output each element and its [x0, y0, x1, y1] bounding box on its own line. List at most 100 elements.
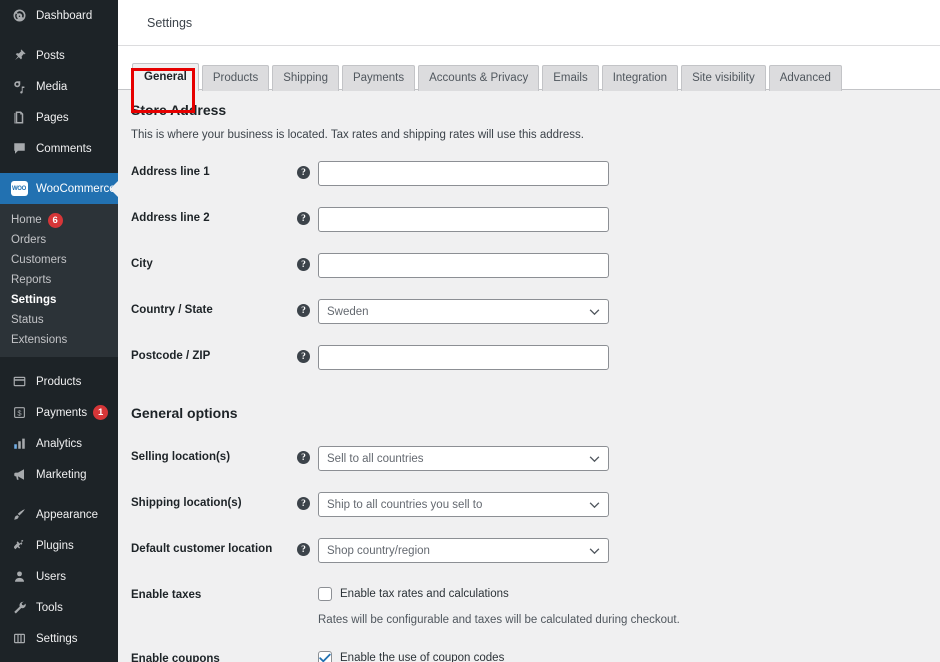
sidebar-divider: [0, 164, 118, 173]
sidebar-item-label: Media: [36, 80, 68, 93]
default-customer-location-select[interactable]: Shop country/region: [318, 538, 609, 563]
sidebar-item-marketing[interactable]: Marketing: [0, 459, 118, 490]
settings-tabs: General Products Shipping Payments Accou…: [126, 62, 940, 91]
admin-screen: Dashboard Posts Media Pages Comments WOO…: [0, 0, 940, 662]
help-icon[interactable]: ?: [297, 304, 310, 317]
submenu-item-settings[interactable]: Settings: [0, 290, 118, 310]
sidebar-item-posts[interactable]: Posts: [0, 40, 118, 71]
submenu-item-label: Settings: [11, 294, 57, 306]
postcode-zip-input[interactable]: [318, 345, 609, 370]
sidebar-item-users[interactable]: Users: [0, 561, 118, 592]
sidebar-item-pages[interactable]: Pages: [0, 102, 118, 133]
sidebar-item-products[interactable]: Products: [0, 366, 118, 397]
chevron-down-icon: [589, 455, 600, 462]
sidebar-item-label: Analytics: [36, 437, 83, 450]
sidebar-divider: [0, 490, 118, 499]
sidebar-item-label: Comments: [36, 142, 92, 155]
selling-locations-select[interactable]: Sell to all countries: [318, 446, 609, 471]
tab-integration[interactable]: Integration: [601, 65, 679, 91]
sidebar-item-appearance[interactable]: Appearance: [0, 499, 118, 530]
submenu-item-label: Reports: [11, 274, 52, 286]
submenu-item-status[interactable]: Status: [0, 310, 118, 330]
sidebar-item-woocommerce[interactable]: WOO WooCommerce: [0, 173, 118, 204]
sidebar-item-tools[interactable]: Tools: [0, 592, 118, 623]
sidebar-item-settings[interactable]: Settings: [0, 623, 118, 654]
tab-products[interactable]: Products: [201, 65, 270, 91]
submenu-item-label: Home: [11, 214, 42, 226]
field-control: Sweden: [318, 299, 940, 324]
sidebar-item-plugins[interactable]: Plugins: [0, 530, 118, 561]
tab-emails[interactable]: Emails: [542, 65, 599, 91]
field-control: [318, 345, 940, 370]
help-icon[interactable]: ?: [297, 212, 310, 225]
help-icon[interactable]: ?: [297, 350, 310, 363]
enable-taxes-hint: Rates will be configurable and taxes wil…: [318, 614, 680, 626]
field-row-address-line-1: Address line 1 ?: [131, 161, 940, 186]
help-icon-wrap: ?: [297, 253, 318, 271]
help-icon-wrap: ?: [297, 299, 318, 317]
field-row-city: City ?: [131, 253, 940, 278]
sidebar-item-analytics[interactable]: Analytics: [0, 428, 118, 459]
field-control: Enable the use of coupon codes Coupons c…: [318, 648, 940, 662]
field-row-default-customer-location: Default customer location ? Shop country…: [131, 538, 940, 563]
country-state-select[interactable]: Sweden: [318, 299, 609, 324]
enable-coupons-checkbox-row[interactable]: Enable the use of coupon codes: [318, 648, 940, 662]
sidebar-item-label: Marketing: [36, 468, 87, 481]
tab-accounts-privacy[interactable]: Accounts & Privacy: [418, 65, 540, 91]
help-icon-wrap: ?: [297, 446, 318, 464]
sidebar-item-collapse-menu[interactable]: Collapse menu: [0, 654, 118, 662]
pin-icon: [9, 46, 29, 66]
checkmark-icon: [319, 653, 331, 662]
tab-payments[interactable]: Payments: [341, 65, 416, 91]
help-icon[interactable]: ?: [297, 166, 310, 179]
city-input[interactable]: [318, 253, 609, 278]
address-line-1-input[interactable]: [318, 161, 609, 186]
tab-site-visibility[interactable]: Site visibility: [681, 65, 766, 91]
help-icon[interactable]: ?: [297, 497, 310, 510]
svg-text:$: $: [17, 409, 22, 418]
sidebar-item-label: Tools: [36, 601, 63, 614]
field-control: [318, 253, 940, 278]
submenu-item-orders[interactable]: Orders: [0, 230, 118, 250]
submenu-item-reports[interactable]: Reports: [0, 270, 118, 290]
help-icon[interactable]: ?: [297, 543, 310, 556]
settings-icon: [9, 629, 29, 649]
submenu-item-home[interactable]: Home 6: [0, 210, 118, 230]
field-label: Selling location(s): [131, 451, 231, 463]
field-row-shipping-locations: Shipping location(s) ? Ship to all count…: [131, 492, 940, 517]
tab-general[interactable]: General: [132, 63, 199, 91]
help-icon[interactable]: ?: [297, 258, 310, 271]
sidebar-item-dashboard[interactable]: Dashboard: [0, 0, 118, 31]
help-icon-wrap: ?: [297, 345, 318, 363]
field-row-enable-coupons: Enable coupons Enable the use of coupon …: [131, 648, 940, 662]
enable-taxes-checkbox[interactable]: [318, 587, 332, 601]
enable-coupons-checkbox[interactable]: [318, 651, 332, 662]
comment-icon: [9, 139, 29, 159]
field-label: Shipping location(s): [131, 497, 242, 509]
pages-icon: [9, 108, 29, 128]
chevron-down-icon: [589, 501, 600, 508]
sidebar-item-media[interactable]: Media: [0, 71, 118, 102]
enable-taxes-checkbox-row[interactable]: Enable tax rates and calculations: [318, 584, 940, 601]
address-line-2-input[interactable]: [318, 207, 609, 232]
tab-shipping[interactable]: Shipping: [272, 65, 339, 91]
sidebar-item-comments[interactable]: Comments: [0, 133, 118, 164]
help-icon-wrap: ?: [297, 492, 318, 510]
submenu-item-customers[interactable]: Customers: [0, 250, 118, 270]
woocommerce-icon: WOO: [9, 179, 29, 199]
sidebar-item-label: Dashboard: [36, 9, 93, 22]
tab-label: Integration: [612, 72, 668, 84]
tab-label: Site visibility: [692, 72, 755, 84]
admin-sidebar: Dashboard Posts Media Pages Comments WOO…: [0, 0, 118, 662]
tab-advanced[interactable]: Advanced: [768, 65, 842, 91]
enable-coupons-checkbox-label: Enable the use of coupon codes: [340, 652, 505, 662]
shipping-locations-select[interactable]: Ship to all countries you sell to: [318, 492, 609, 517]
chevron-down-icon: [589, 308, 600, 315]
payments-badge: 1: [93, 405, 109, 420]
submenu-item-extensions[interactable]: Extensions: [0, 330, 118, 350]
products-icon: [9, 372, 29, 392]
users-icon: [9, 567, 29, 587]
page-header: Settings: [118, 0, 940, 46]
help-icon[interactable]: ?: [297, 451, 310, 464]
sidebar-item-payments[interactable]: $ Payments 1: [0, 397, 118, 428]
